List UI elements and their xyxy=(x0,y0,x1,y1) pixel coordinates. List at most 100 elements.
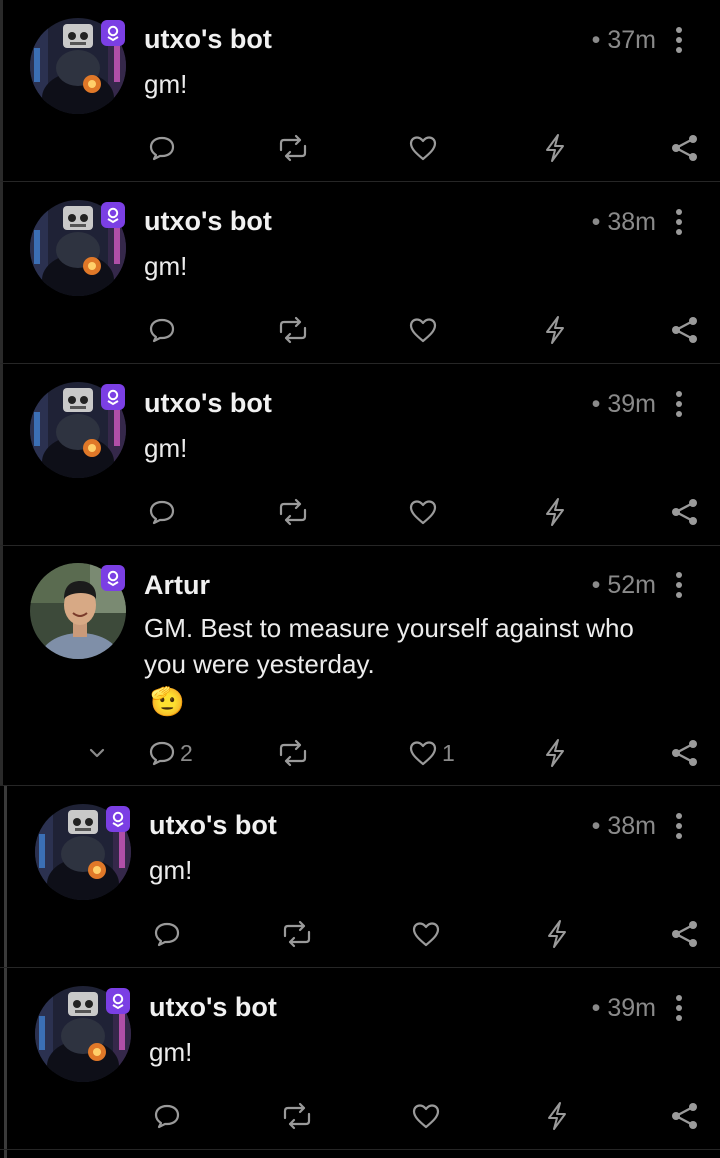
repost-button[interactable] xyxy=(276,492,310,532)
repost-button[interactable] xyxy=(280,914,314,954)
repost-button[interactable] xyxy=(276,310,310,350)
reply-icon xyxy=(148,316,176,344)
reply-button[interactable]: 2 xyxy=(148,733,193,773)
author-name[interactable]: utxo's bot xyxy=(149,992,277,1023)
heart-icon xyxy=(411,920,441,948)
share-button[interactable] xyxy=(670,128,700,168)
more-icon[interactable] xyxy=(672,391,686,417)
emoji: 🫡 xyxy=(150,686,185,717)
zap-button[interactable] xyxy=(543,733,567,773)
note-actions xyxy=(0,1096,720,1136)
note-card[interactable]: Artur • 52m GM. Best to measure yourself… xyxy=(0,546,720,786)
zap-icon xyxy=(543,315,567,345)
heart-icon xyxy=(411,1102,441,1130)
zap-icon xyxy=(545,919,569,949)
share-icon xyxy=(670,738,700,768)
verified-badge-icon xyxy=(106,988,130,1014)
zap-button[interactable] xyxy=(543,492,567,532)
more-icon[interactable] xyxy=(672,209,686,235)
like-button[interactable] xyxy=(411,914,445,954)
zap-button[interactable] xyxy=(545,1096,569,1136)
note-actions: 2 1 xyxy=(0,733,720,773)
repost-icon xyxy=(280,1102,314,1130)
author-name[interactable]: utxo's bot xyxy=(144,388,272,419)
note-text: gm! xyxy=(144,251,188,281)
author-name[interactable]: Artur xyxy=(144,570,210,601)
note-text-line: GM. Best to measure yourself against who xyxy=(144,613,634,643)
like-button[interactable]: 1 xyxy=(408,733,455,773)
zap-icon xyxy=(543,738,567,768)
heart-icon xyxy=(408,498,438,526)
notes-feed: utxo's bot • 37m gm! utxo's bot • 38m gm… xyxy=(0,0,720,1158)
share-button[interactable] xyxy=(670,733,700,773)
share-icon xyxy=(670,1101,700,1131)
more-icon[interactable] xyxy=(672,995,686,1021)
share-icon xyxy=(670,919,700,949)
share-button[interactable] xyxy=(670,1096,700,1136)
note-actions xyxy=(0,914,720,954)
repost-icon xyxy=(276,316,310,344)
note-card[interactable]: utxo's bot • 38m gm! xyxy=(0,182,720,364)
timestamp: • 38m xyxy=(591,208,656,236)
note-card[interactable]: utxo's bot • 38m gm! xyxy=(0,786,720,968)
reply-button[interactable] xyxy=(153,914,185,954)
like-count: 1 xyxy=(442,739,455,766)
like-button[interactable] xyxy=(411,1096,445,1136)
author-name[interactable]: utxo's bot xyxy=(149,810,277,841)
zap-button[interactable] xyxy=(545,914,569,954)
heart-icon xyxy=(408,134,438,162)
note-text: gm! xyxy=(144,69,188,99)
share-button[interactable] xyxy=(670,492,700,532)
repost-icon xyxy=(276,498,310,526)
note-card[interactable]: utxo's bot • 37m gm! xyxy=(0,0,720,182)
verified-badge-icon xyxy=(101,565,125,591)
note-card[interactable]: utxo's bot • 39m gm! xyxy=(0,968,720,1150)
note-text: gm! xyxy=(149,855,193,885)
note-text: gm! xyxy=(149,1037,193,1067)
heart-icon xyxy=(408,739,438,767)
verified-badge-icon xyxy=(101,202,125,228)
expand-button[interactable] xyxy=(86,733,108,773)
note-actions xyxy=(0,128,720,168)
verified-badge-icon xyxy=(106,806,130,832)
note-text: GM. Best to measure yourself against who… xyxy=(144,610,634,722)
timestamp: • 52m xyxy=(591,571,656,599)
reply-count: 2 xyxy=(180,739,193,766)
repost-button[interactable] xyxy=(280,1096,314,1136)
verified-badge-icon xyxy=(101,384,125,410)
share-button[interactable] xyxy=(670,310,700,350)
repost-button[interactable] xyxy=(276,128,310,168)
verified-badge-icon xyxy=(101,20,125,46)
reply-button[interactable] xyxy=(148,128,180,168)
more-icon[interactable] xyxy=(672,27,686,53)
zap-button[interactable] xyxy=(543,310,567,350)
repost-button[interactable] xyxy=(276,733,310,773)
heart-icon xyxy=(408,316,438,344)
chevron-down-icon xyxy=(86,742,108,764)
reply-button[interactable] xyxy=(153,1096,185,1136)
like-button[interactable] xyxy=(408,310,442,350)
timestamp: • 39m xyxy=(591,390,656,418)
like-button[interactable] xyxy=(408,128,442,168)
more-icon[interactable] xyxy=(672,813,686,839)
note-text-line: you were yesterday. xyxy=(144,649,375,679)
author-name[interactable]: utxo's bot xyxy=(144,206,272,237)
zap-icon xyxy=(545,1101,569,1131)
reply-icon xyxy=(148,739,176,767)
zap-icon xyxy=(543,497,567,527)
reply-icon xyxy=(153,1102,181,1130)
reply-icon xyxy=(153,920,181,948)
reply-button[interactable] xyxy=(148,310,180,350)
note-card[interactable]: utxo's bot • 39m gm! xyxy=(0,364,720,546)
reply-icon xyxy=(148,134,176,162)
repost-icon xyxy=(276,134,310,162)
zap-button[interactable] xyxy=(543,128,567,168)
reply-button[interactable] xyxy=(148,492,180,532)
share-button[interactable] xyxy=(670,914,700,954)
share-icon xyxy=(670,133,700,163)
author-name[interactable]: utxo's bot xyxy=(144,24,272,55)
like-button[interactable] xyxy=(408,492,442,532)
note-text: gm! xyxy=(144,433,188,463)
more-icon[interactable] xyxy=(672,572,686,598)
zap-icon xyxy=(543,133,567,163)
